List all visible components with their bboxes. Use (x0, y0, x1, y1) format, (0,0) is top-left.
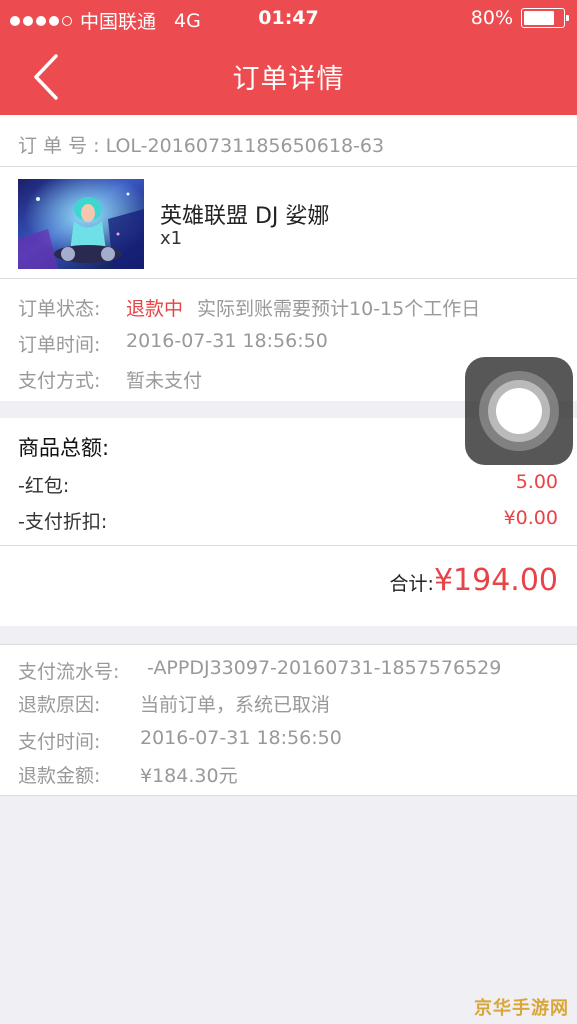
refund-amount-label: 退款金额: (18, 765, 101, 787)
pay-time-label: 支付时间: (18, 731, 101, 753)
order-status-note: 实际到账需要预计10-15个工作日 (197, 298, 481, 320)
pay-method-value: 暂未支付 (126, 370, 203, 392)
order-status-label: 订单状态: (18, 298, 101, 320)
divider (0, 166, 577, 167)
assistive-touch-center (496, 388, 542, 434)
product-name[interactable]: 英雄联盟 DJ 娑娜 (160, 198, 329, 230)
discount-label: -支付折扣: (18, 511, 108, 533)
battery-percent: 80% (470, 7, 513, 29)
battery-icon (521, 8, 569, 28)
order-time-value: 2016-07-31 18:56:50 (126, 330, 328, 352)
order-status-row: 订单状态: 退款中 实际到账需要预计10-15个工作日 (18, 294, 480, 321)
discount-row: -支付折扣: ¥0.00 (18, 507, 558, 534)
pay-serial-row: 支付流水号: -APPDJ33097-20160731-1857576529 (18, 657, 501, 684)
product-quantity: x1 (160, 228, 183, 249)
pay-serial-label: 支付流水号: (18, 661, 120, 683)
order-time-label: 订单时间: (18, 334, 101, 356)
refund-reason-label: 退款原因: (18, 694, 101, 716)
status-right: 80% (470, 7, 569, 29)
refund-amount-value: ¥184.30元 (140, 765, 238, 787)
app-header: 中国联通 4G 01:47 80% 订单详情 (0, 0, 577, 115)
product-image (18, 179, 144, 269)
pay-method-label: 支付方式: (18, 370, 101, 392)
order-time-row: 订单时间: 2016-07-31 18:56:50 (18, 330, 328, 357)
refund-reason-value: 当前订单，系统已取消 (140, 694, 331, 716)
watermark-logo: 京华手游网 (474, 998, 569, 1019)
status-bar: 中国联通 4G 01:47 80% (0, 0, 577, 38)
total-label: 合计: (389, 573, 434, 595)
order-number-label: 订 单 号 : (18, 135, 106, 157)
assistive-touch-button[interactable] (465, 357, 573, 465)
order-total: 合计: ¥194.00 (390, 563, 558, 598)
refund-amount-row: 退款金额: ¥184.30元 (18, 761, 238, 788)
total-value: ¥194.00 (433, 563, 558, 598)
goods-total-label: 商品总额: (18, 436, 110, 460)
page-title: 订单详情 (232, 64, 345, 95)
refund-reason-row: 退款原因: 当前订单，系统已取消 (18, 690, 330, 717)
redpacket-row: -红包: 5.00 (18, 471, 558, 498)
redpacket-value: 5.00 (515, 471, 558, 493)
redpacket-label: -红包: (18, 475, 70, 497)
product-thumbnail[interactable] (18, 179, 144, 269)
order-number: 订 单 号 : LOL-20160731185650618-63 (18, 131, 384, 158)
discount-value: ¥0.00 (503, 507, 558, 529)
pay-serial-value: -APPDJ33097-20160731-1857576529 (147, 657, 502, 679)
pay-method-row: 支付方式: 暂未支付 (18, 366, 202, 393)
pay-time-row: 支付时间: 2016-07-31 18:56:50 (18, 727, 342, 754)
battery-fill (524, 11, 555, 25)
divider (0, 644, 577, 645)
pay-time-value: 2016-07-31 18:56:50 (140, 727, 342, 749)
divider (0, 278, 577, 279)
divider (0, 795, 577, 796)
order-status-value: 退款中 (126, 298, 184, 320)
order-number-value: LOL-20160731185650618-63 (105, 135, 385, 157)
